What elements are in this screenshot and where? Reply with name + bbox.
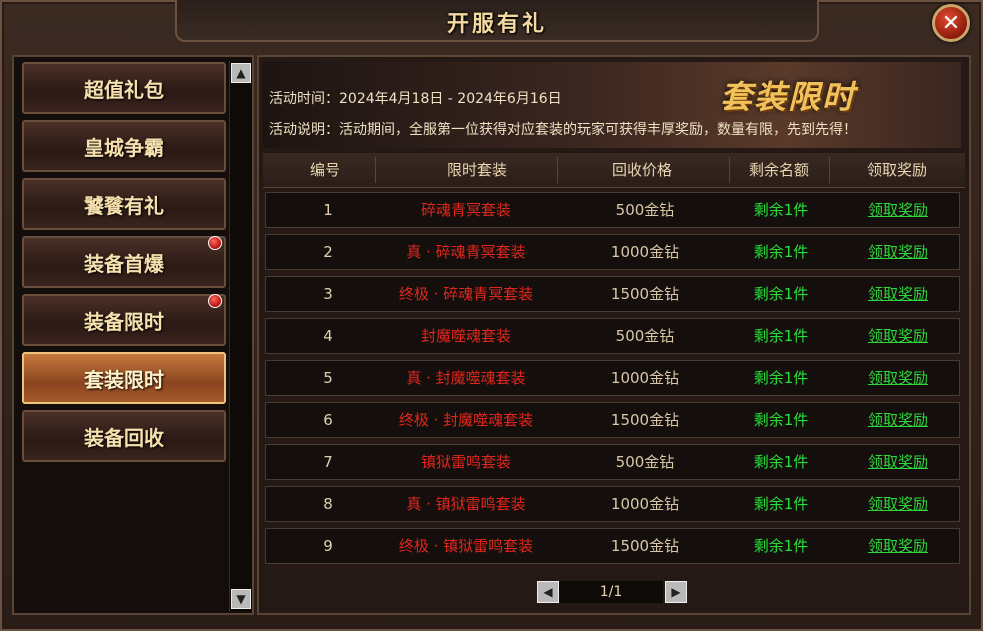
recycle-price: 500金钻 (615, 327, 675, 345)
recycle-price: 1500金钻 (610, 411, 680, 429)
row-number: 3 (323, 285, 333, 303)
header-set: 限时套装 (446, 161, 507, 179)
recycle-price: 500金钻 (615, 453, 675, 471)
sidebar-item-label: 装备限时 (84, 309, 164, 334)
recycle-price: 1000金钻 (610, 369, 680, 387)
notification-dot-icon (208, 294, 222, 308)
set-name: 真 · 镇狱雷鸣套装 (406, 495, 526, 513)
table-row: 6 终极 · 封魔噬魂套装 1500金钻 剩余1件 领取奖励 (265, 402, 960, 438)
claim-reward-link[interactable]: 领取奖励 (839, 361, 957, 395)
pager: ◀ 1/1 ▶ (537, 581, 687, 603)
remaining-count: 剩余1件 (753, 327, 809, 345)
sidebar-scrollbar[interactable]: ▲ ▼ (229, 61, 252, 611)
recycle-price: 500金钻 (615, 201, 675, 219)
header-price: 回收价格 (611, 161, 672, 179)
next-page-icon[interactable]: ▶ (665, 581, 687, 603)
table-row: 9 终极 · 镇狱雷鸣套装 1500金钻 剩余1件 领取奖励 (265, 528, 960, 564)
remaining-count: 剩余1件 (753, 411, 809, 429)
prev-page-icon[interactable]: ◀ (537, 581, 559, 603)
set-name: 终极 · 封魔噬魂套装 (398, 411, 534, 429)
remaining-count: 剩余1件 (753, 243, 809, 261)
sidebar-item-label: 装备首爆 (84, 251, 164, 276)
set-name: 镇狱雷鸣套装 (420, 453, 511, 471)
row-number: 6 (323, 411, 333, 429)
sidebar-item-label: 饕餮有礼 (84, 193, 164, 218)
header-left: 剩余名额 (748, 161, 809, 179)
header-claim: 领取奖励 (866, 161, 927, 179)
claim-reward-link[interactable]: 领取奖励 (839, 403, 957, 437)
claim-reward-link[interactable]: 领取奖励 (839, 487, 957, 521)
sidebar-item-5[interactable]: 装备限时 (22, 294, 226, 346)
table-row: 8 真 · 镇狱雷鸣套装 1000金钻 剩余1件 领取奖励 (265, 486, 960, 522)
row-number: 9 (323, 537, 333, 555)
title-bar: 开服有礼 (175, 0, 819, 42)
row-number: 5 (323, 369, 333, 387)
recycle-price: 1000金钻 (610, 495, 680, 513)
row-number: 7 (323, 453, 333, 471)
remaining-count: 剩余1件 (753, 201, 809, 219)
recycle-price: 1500金钻 (610, 537, 680, 555)
table-row: 7 镇狱雷鸣套装 500金钻 剩余1件 领取奖励 (265, 444, 960, 480)
claim-reward-link[interactable]: 领取奖励 (839, 529, 957, 563)
scroll-down-icon[interactable]: ▼ (231, 589, 251, 609)
set-name: 终极 · 镇狱雷鸣套装 (398, 537, 534, 555)
claim-reward-link[interactable]: 领取奖励 (839, 277, 957, 311)
claim-reward-link[interactable]: 领取奖励 (839, 445, 957, 479)
table-row: 3 终极 · 碎魂青冥套装 1500金钻 剩余1件 领取奖励 (265, 276, 960, 312)
sidebar-item-label: 皇城争霸 (84, 135, 164, 160)
table-row: 4 封魔噬魂套装 500金钻 剩余1件 领取奖励 (265, 318, 960, 354)
sidebar-item-2[interactable]: 皇城争霸 (22, 120, 226, 172)
page-number: 1/1 (559, 581, 663, 603)
event-time: 活动时间：2024年4月18日 - 2024年6月16日 (269, 91, 562, 107)
window-title: 开服有礼 (446, 11, 547, 37)
row-number: 8 (323, 495, 333, 513)
claim-reward-link[interactable]: 领取奖励 (839, 319, 957, 353)
set-name: 真 · 封魔噬魂套装 (406, 369, 526, 387)
set-name: 终极 · 碎魂青冥套装 (398, 285, 534, 303)
sidebar-item-label: 装备回收 (84, 425, 164, 450)
sidebar-item-label: 超值礼包 (84, 77, 164, 102)
remaining-count: 剩余1件 (753, 453, 809, 471)
sidebar-item-3[interactable]: 饕餮有礼 (22, 178, 226, 230)
row-number: 1 (323, 201, 333, 219)
remaining-count: 剩余1件 (753, 285, 809, 303)
scroll-up-icon[interactable]: ▲ (231, 63, 251, 83)
remaining-count: 剩余1件 (753, 537, 809, 555)
table-row: 2 真 · 碎魂青冥套装 1000金钻 剩余1件 领取奖励 (265, 234, 960, 270)
event-desc: 活动说明：活动期间，全服第一位获得对应套装的玩家可获得丰厚奖励，数量有限，先到先… (269, 122, 857, 138)
set-name: 真 · 碎魂青冥套装 (406, 243, 526, 261)
recycle-price: 1000金钻 (610, 243, 680, 261)
recycle-price: 1500金钻 (610, 285, 680, 303)
set-name: 封魔噬魂套装 (420, 327, 511, 345)
remaining-count: 剩余1件 (753, 495, 809, 513)
sidebar-item-6[interactable]: 套装限时 (22, 352, 226, 404)
table-row: 5 真 · 封魔噬魂套装 1000金钻 剩余1件 领取奖励 (265, 360, 960, 396)
table-header: 编号 限时套装 回收价格 剩余名额 领取奖励 (263, 153, 965, 188)
notification-dot-icon (208, 236, 222, 250)
table-row: 1 碎魂青冥套装 500金钻 剩余1件 领取奖励 (265, 192, 960, 228)
header-no: 编号 (309, 161, 340, 179)
close-icon[interactable]: ✕ (932, 4, 970, 42)
row-number: 4 (323, 327, 333, 345)
set-name: 碎魂青冥套装 (420, 201, 511, 219)
sidebar-item-1[interactable]: 超值礼包 (22, 62, 226, 114)
row-number: 2 (323, 243, 333, 261)
sidebar-item-label: 套装限时 (84, 367, 164, 392)
remaining-count: 剩余1件 (753, 369, 809, 387)
sidebar-item-4[interactable]: 装备首爆 (22, 236, 226, 288)
banner-title: 套装限时 (720, 78, 857, 116)
claim-reward-link[interactable]: 领取奖励 (839, 235, 957, 269)
sidebar-item-7[interactable]: 装备回收 (22, 410, 226, 462)
claim-reward-link[interactable]: 领取奖励 (839, 193, 957, 227)
